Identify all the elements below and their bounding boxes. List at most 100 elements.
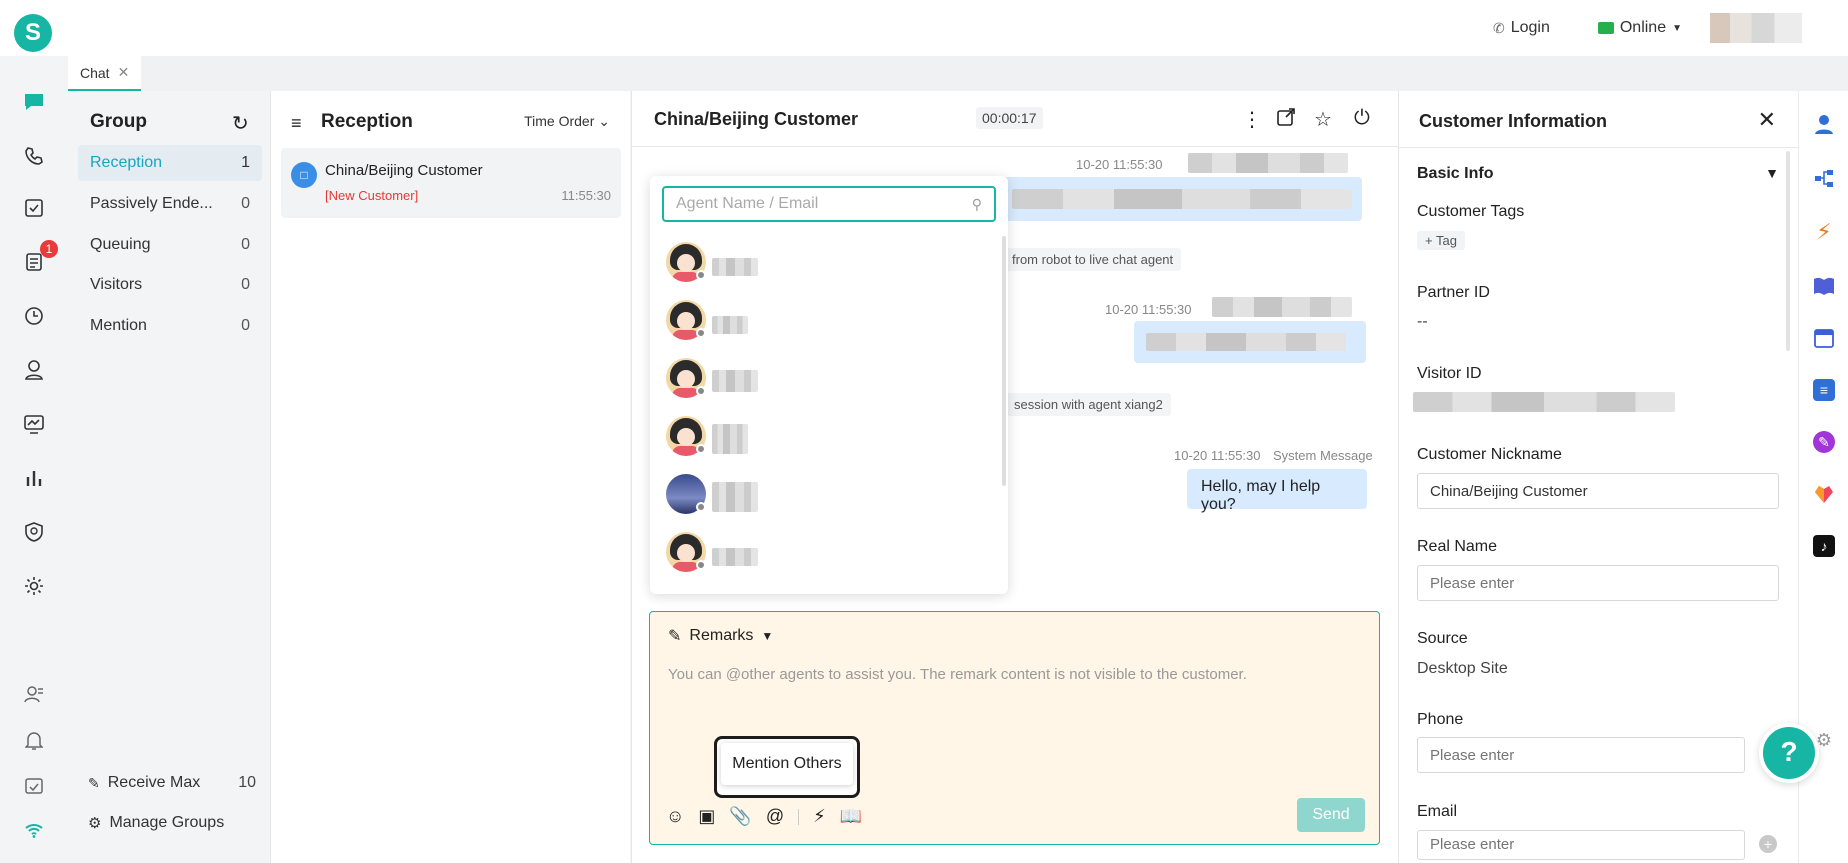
email-field[interactable] [1417,830,1745,860]
agent-search-input[interactable] [662,186,996,222]
customer-profile-icon[interactable] [1813,113,1835,135]
status-dropdown[interactable]: Online ▼ [1597,19,1682,37]
customer-info-title: Customer Information [1419,111,1608,131]
login-button[interactable]: ✆ Login [1493,19,1550,37]
calendar-icon[interactable] [1813,327,1835,349]
caret-down-icon: ▼ [1672,22,1682,34]
task-icon[interactable] [22,196,46,220]
agent-option[interactable] [650,354,990,402]
basic-info-label: Basic Info [1417,165,1494,182]
customer-nickname-field[interactable] [1417,473,1779,509]
agent-option[interactable] [650,296,990,344]
group-item-count: 0 [241,317,250,334]
settings-icon[interactable] [22,574,46,598]
phone-icon[interactable] [22,144,46,168]
receive-max-setting[interactable]: ✎ Receive Max 10 [88,774,256,792]
document-icon[interactable]: ≡ [1813,379,1835,401]
emoji-icon[interactable]: ☺ [666,806,684,827]
basic-info-section-toggle[interactable]: Basic Info ▼ [1417,165,1779,183]
monitor-icon[interactable] [22,412,46,436]
quill-icon[interactable]: ✎ [1813,431,1835,453]
tab-chat[interactable]: Chat ✕ [68,56,142,91]
system-note: from robot to live chat agent [1004,248,1182,271]
image-icon[interactable]: ▣ [698,806,715,827]
chevron-down-icon: ▼ [1765,165,1779,181]
customer-info-panel: Customer Information ✕ Basic Info ▼ Cust… [1398,91,1799,863]
offline-status-icon [696,502,706,512]
add-tag-button[interactable]: + Tag [1417,231,1465,250]
shield-icon[interactable] [22,520,46,544]
agent-icon[interactable] [22,682,46,706]
close-icon[interactable]: ✕ [118,64,130,81]
group-item-mention[interactable]: Mention 0 [78,308,262,344]
agent-option[interactable] [650,412,990,460]
lazada-icon[interactable] [1813,483,1835,505]
popup-scrollbar[interactable] [1002,236,1006,486]
chevron-down-icon: ⌄ [598,113,610,129]
partner-id-value: -- [1417,313,1428,330]
composer-mode-dropdown[interactable]: ✎ Remarks ▼ [668,626,773,646]
app-logo[interactable]: S [14,14,52,52]
lightning-icon[interactable]: ⚡ [813,806,826,827]
power-icon[interactable]: ⏻ [1354,107,1370,130]
message-text: Hello, may I help you? [1201,478,1321,513]
new-customer-tag: [New Customer] [325,188,419,203]
collapse-menu-icon[interactable]: ≡ [291,113,302,134]
info-scrollbar[interactable] [1786,151,1790,351]
send-button[interactable]: Send [1297,798,1365,832]
inbox-icon[interactable] [22,774,46,798]
pen-icon: ✎ [668,628,682,645]
flow-icon[interactable] [1813,167,1835,189]
mention-icon[interactable]: @ [766,806,784,827]
wifi-icon [22,818,46,842]
mention-agent-popup: ⚲ [650,176,1008,594]
refresh-icon[interactable]: ↻ [232,111,249,136]
agent-option[interactable] [650,528,990,576]
group-item-reception[interactable]: Reception 1 [78,145,262,181]
user-avatar-blurred[interactable] [1710,13,1802,43]
attachment-icon[interactable]: 📎 [729,806,751,827]
lightning-icon[interactable]: ⚡ [1813,219,1835,244]
system-note: session with agent xiang2 [1006,393,1171,416]
real-name-field[interactable] [1417,565,1779,601]
agent-name-blurred [712,548,758,566]
stats-icon[interactable] [22,466,46,490]
agent-option[interactable] [650,470,990,518]
close-icon[interactable]: ✕ [1758,107,1776,133]
group-item-queuing[interactable]: Queuing 0 [78,227,262,263]
more-icon[interactable]: ⋮ [1242,107,1262,132]
history-icon[interactable] [22,304,46,328]
add-email-icon[interactable]: + [1759,835,1777,853]
agent-option[interactable] [650,238,990,286]
composer-mode-label: Remarks [689,627,754,644]
blurred-text [1146,333,1346,351]
book-icon[interactable]: 📖 [840,806,862,827]
composer-placeholder: You can @other agents to assist you. The… [668,666,1247,683]
contacts-icon[interactable] [22,358,46,382]
manage-groups-button[interactable]: ⚙ Manage Groups [88,814,256,832]
chevron-down-icon: ▼ [761,629,774,643]
tiktok-icon[interactable]: ♪ [1813,535,1835,557]
help-button[interactable]: ? [1759,723,1819,783]
group-item-passively-ended[interactable]: Passively Ende... 0 [78,186,262,222]
message-time: 10-20 11:55:30 [1076,157,1163,172]
remark-composer[interactable]: ✎ Remarks ▼ You can @other agents to ass… [649,611,1380,845]
transfer-icon[interactable] [1276,107,1296,133]
knowledge-book-icon[interactable] [1813,275,1835,297]
star-icon[interactable]: ☆ [1314,107,1332,132]
tab-label: Chat [80,64,110,81]
sort-dropdown[interactable]: Time Order ⌄ [524,113,610,130]
chat-icon[interactable] [22,90,46,114]
bell-icon[interactable] [22,728,46,752]
group-item-visitors[interactable]: Visitors 0 [78,267,262,303]
group-item-label: Queuing [90,236,151,253]
group-item-label: Passively Ende... [90,195,213,212]
agent-name-blurred [712,424,748,454]
conversation-item[interactable]: □ China/Beijing Customer [New Customer] … [281,148,621,218]
desktop-icon: □ [291,162,317,188]
visitor-id-label: Visitor ID [1417,365,1482,382]
online-status-icon [1597,22,1614,34]
message-sender: System Message [1273,448,1373,463]
phone-field[interactable] [1417,737,1745,773]
session-timer: 00:00:17 [976,107,1043,129]
